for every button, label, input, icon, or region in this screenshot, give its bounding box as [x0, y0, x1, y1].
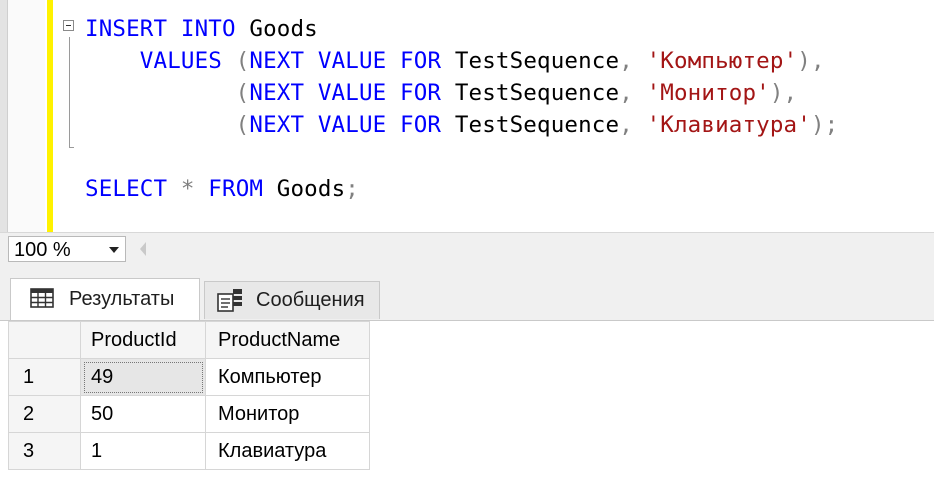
sql-string: 'Клавиатура' [646, 112, 811, 138]
collapse-toggle-icon[interactable] [63, 20, 74, 31]
tab-results-label: Результаты [69, 288, 175, 310]
sql-punctuation: * [180, 176, 195, 202]
table-row[interactable]: 2 50 Монитор [8, 395, 370, 433]
tab-messages-label: Сообщения [256, 289, 365, 311]
sql-punctuation: ), [769, 80, 798, 106]
outline-guide-end [69, 147, 74, 148]
sql-text: Goods [263, 176, 346, 202]
sql-punctuation: ( [235, 112, 250, 138]
sql-punctuation: ); [810, 112, 839, 138]
cell-productname[interactable]: Клавиатура [205, 432, 370, 470]
sql-text: TestSequence [441, 80, 620, 106]
sql-keyword: NEXT VALUE FOR [249, 48, 442, 74]
sql-punctuation: ), [797, 48, 825, 74]
code-line-1[interactable]: INSERT INTO Goods [85, 14, 318, 44]
row-number-header[interactable] [8, 321, 81, 359]
code-line-5[interactable]: SELECT * FROM Goods; [85, 174, 359, 204]
code-line-2[interactable]: VALUES (NEXT VALUE FOR TestSequence, 'Ко… [85, 46, 825, 76]
results-table: ProductId ProductName 1 49 Компьютер 2 5… [8, 321, 370, 470]
change-tracking-bar [47, 0, 53, 232]
zoom-value: 100 % [14, 239, 71, 261]
sql-punctuation: , [619, 112, 633, 138]
cell-productid[interactable]: 50 [80, 395, 206, 433]
sql-text: TestSequence [441, 112, 620, 138]
column-header-productid[interactable]: ProductId [80, 321, 206, 359]
header-row: ProductId ProductName [8, 321, 370, 359]
code-line-3[interactable]: (NEXT VALUE FOR TestSequence, 'Монитор')… [85, 78, 797, 108]
cell-productname[interactable]: Компьютер [205, 358, 370, 396]
zoom-dropdown[interactable]: 100 % [8, 236, 126, 262]
code-line-4[interactable]: (NEXT VALUE FOR TestSequence, 'Клавиатур… [85, 110, 839, 140]
cell-productname[interactable]: Монитор [205, 395, 370, 433]
sql-punctuation: ( [235, 80, 250, 106]
table-row[interactable]: 1 49 Компьютер [8, 358, 370, 396]
sql-keyword: VALUES [139, 48, 222, 74]
scroll-left-arrow-icon[interactable] [140, 242, 146, 256]
row-number[interactable]: 2 [8, 395, 81, 433]
sql-punctuation: , [619, 48, 633, 74]
grid-icon [30, 288, 54, 308]
chevron-down-icon [109, 247, 119, 253]
sql-text: TestSequence [441, 48, 620, 74]
cell-productid[interactable]: 49 [80, 358, 206, 396]
editor-margin [8, 0, 45, 232]
result-tabs: Результаты Сообщения [0, 266, 934, 320]
tab-results[interactable]: Результаты [10, 278, 200, 320]
cell-productid[interactable]: 1 [80, 432, 206, 470]
sql-keyword: NEXT VALUE FOR [249, 80, 442, 106]
sql-keyword: SELECT [85, 176, 168, 202]
sql-text: Goods [235, 16, 318, 42]
sql-keyword: INTO [180, 16, 236, 42]
column-header-productname[interactable]: ProductName [205, 321, 370, 359]
messages-icon [217, 289, 242, 312]
sql-punctuation: , [619, 80, 633, 106]
row-number[interactable]: 1 [8, 358, 81, 396]
row-number[interactable]: 3 [8, 432, 81, 470]
sql-string: 'Монитор' [646, 80, 770, 106]
sql-keyword: INSERT [85, 16, 168, 42]
tab-messages[interactable]: Сообщения [204, 281, 380, 319]
sql-string: 'Компьютер' [646, 48, 798, 74]
sql-keyword: NEXT VALUE FOR [249, 112, 442, 138]
outline-guide [69, 37, 70, 147]
sql-keyword: FROM [208, 176, 264, 202]
table-row[interactable]: 3 1 Клавиатура [8, 432, 370, 470]
query-editor[interactable]: INSERT INTO Goods VALUES (NEXT VALUE FOR… [0, 0, 934, 232]
sql-punctuation: ; [345, 176, 359, 202]
sql-punctuation: ( [235, 48, 250, 74]
editor-left-strip [0, 0, 8, 232]
results-grid[interactable]: ProductId ProductName 1 49 Компьютер 2 5… [0, 320, 934, 493]
zoom-bar: 100 % [0, 232, 934, 267]
